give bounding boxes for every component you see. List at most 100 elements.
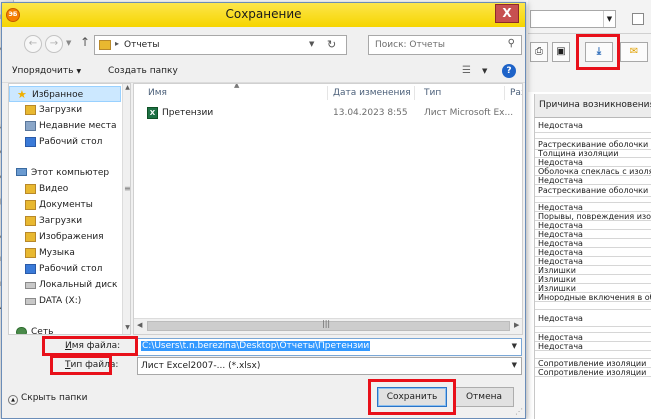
table-row[interactable]: Растрескивание оболочки при [535,185,651,197]
table-row[interactable]: Сопротивление изоляции [535,359,651,368]
table-row[interactable]: Недостача [535,342,651,351]
table-row[interactable]: Недостача [535,257,651,266]
breadcrumb-separator-icon[interactable]: ▸ [115,39,119,48]
nav-item[interactable]: Этот компьютер [9,165,121,181]
hide-folders-button[interactable]: ▲ Скрыть папки [8,393,88,405]
table-row[interactable]: Недостача [535,203,651,212]
address-chevron-icon[interactable]: ▼ [309,40,314,48]
nav-item-label: Этот компьютер [31,168,110,178]
desktop-icon [25,137,36,147]
resize-grip-icon[interactable]: ⋰ [515,407,523,416]
table-row[interactable]: Излишки [535,266,651,275]
nav-item[interactable]: Недавние места [9,118,121,134]
scroll-grip-icon[interactable]: ||| [322,319,330,328]
background-checkbox[interactable] [632,13,644,25]
filename-chevron-icon[interactable]: ▼ [512,342,517,350]
print-icon[interactable]: ⎙ [530,42,548,62]
filetype-chevron-icon[interactable]: ▼ [512,361,517,369]
nav-item-label: DATA (X:) [39,296,82,306]
table-row[interactable]: Инородные включения в оболо [535,293,651,302]
nav-item[interactable]: Музыка [9,245,121,261]
column-header-size[interactable]: Разм [510,88,522,98]
nav-item[interactable]: ★ Избранное [9,86,121,102]
table-row[interactable]: Недостача [535,333,651,342]
navigation-pane: ▲ ≡ ▼ ★ Избранное Загрузки Недавние места Ра… [8,83,131,335]
table-row[interactable]: Излишки [535,284,651,293]
nav-item[interactable]: Рабочий стол [9,261,121,277]
file-row[interactable]: X Претензии 13.04.2023 8:55 Лист Microso… [134,104,522,122]
nav-item[interactable]: DATA (X:) [9,293,121,309]
up-arrow-icon[interactable]: ↑ [80,35,90,49]
drive-icon [25,298,36,305]
table-row[interactable]: Недостача [535,248,651,257]
background-combo[interactable]: ▼ [530,10,616,28]
view-chevron-icon[interactable]: ▼ [482,67,487,75]
filetype-select[interactable]: Лист Excel2007-... (*.xlsx) ▼ [137,357,522,375]
table-row[interactable]: Недостача [535,230,651,239]
nav-item[interactable]: Рабочий стол [9,134,121,150]
nav-item-label: Недавние места [39,121,117,131]
column-header-name[interactable]: Имя [148,88,167,98]
music-folder-icon [25,248,36,258]
back-icon[interactable]: ← [24,35,42,53]
view-options-icon[interactable]: ☰ [462,65,471,76]
forward-icon[interactable]: → [45,35,63,53]
nav-item[interactable]: Документы [9,197,121,213]
table-row[interactable]: Недостача [535,118,651,133]
table-row[interactable]: Недостача [535,310,651,327]
nav-item[interactable]: Сеть [9,324,121,335]
scroll-left-icon[interactable]: ◀ [137,321,142,329]
chevron-down-icon[interactable]: ▼ [603,11,615,27]
table-row[interactable] [535,351,651,359]
dialog-titlebar[interactable]: ЭБ Сохранение X [2,3,525,27]
table-row[interactable]: Недостача [535,158,651,167]
search-icon[interactable]: ⚲ [508,38,515,49]
column-separator[interactable] [327,86,328,100]
table-row[interactable]: Растрескивание оболочки при [535,139,651,150]
breadcrumb-current[interactable]: Отчеты [124,40,160,50]
table-row[interactable]: Недостача [535,221,651,230]
refresh-icon[interactable]: ↻ [327,38,336,51]
table-row[interactable]: Толщина изоляции [535,150,651,158]
scroll-thumb[interactable]: ||| [147,319,510,331]
column-header-date[interactable]: Дата изменения [333,88,411,98]
nav-item[interactable]: Загрузки [9,213,121,229]
help-icon[interactable]: ? [502,64,516,78]
column-header-type[interactable]: Тип [424,88,441,98]
search-input[interactable]: Поиск: Отчеты ⚲ [368,35,522,55]
nav-pane-scrollbar[interactable]: ▲ ≡ ▼ [122,84,130,334]
nav-item-label: Загрузки [39,105,83,115]
table-row[interactable]: Недостача [535,239,651,248]
new-folder-button[interactable]: Создать папку [108,66,178,76]
cancel-button[interactable]: Отмена [454,387,514,407]
organize-button[interactable]: Упорядочить ▼ [12,66,81,76]
nav-item-label: Сеть [31,327,54,335]
mail-icon[interactable]: ✉ [620,42,648,62]
scroll-grip-icon[interactable]: ≡ [124,184,130,193]
recent-locations-chevron-icon[interactable]: ▼ [66,39,71,47]
nav-item[interactable]: Изображения [9,229,121,245]
nav-item[interactable]: Загрузки [9,102,121,118]
table-row[interactable]: Оболочка спеклась с изоляцией [535,167,651,176]
desktop-folder-icon [25,264,36,274]
address-bar[interactable]: ▸ Отчеты ▼ ↻ [94,35,347,55]
file-list-scrollbar[interactable]: ◀ ||| ▶ [134,318,522,334]
column-separator[interactable] [504,86,505,100]
table-row[interactable]: Сопротивление изоляции [535,368,651,377]
table-row[interactable]: Недостача [535,176,651,185]
table-row[interactable] [535,302,651,310]
scroll-up-icon[interactable]: ▲ [123,84,130,91]
column-separator[interactable] [414,86,415,100]
nav-item[interactable]: Локальный диск [9,277,121,293]
collapse-arrow-icon: ▲ [8,395,18,405]
scroll-right-icon[interactable]: ▶ [514,321,519,329]
nav-item[interactable]: Видео [9,181,121,197]
preview-icon[interactable]: ▣ [552,42,570,62]
filename-input[interactable]: C:\Users\t.n.berezina\Desktop\Отчеты\Пре… [137,338,522,356]
table-row[interactable]: Излишки [535,275,651,284]
scroll-down-icon[interactable]: ▼ [123,324,130,331]
chevron-down-icon: ▼ [76,68,82,75]
filename-value[interactable]: C:\Users\t.n.berezina\Desktop\Отчеты\Пре… [141,341,371,351]
table-row[interactable]: Порывы, повреждения изоляции [535,212,651,221]
close-button[interactable]: X [495,4,519,23]
